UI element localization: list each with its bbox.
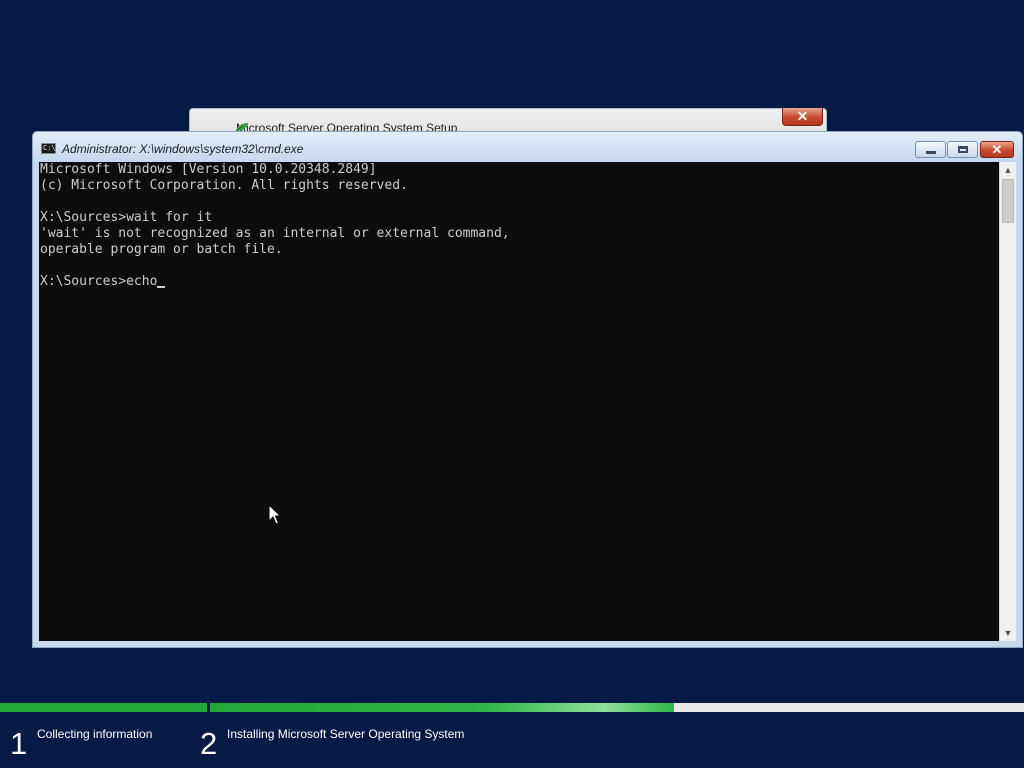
- console-line: (c) Microsoft Corporation. All rights re…: [40, 178, 408, 193]
- step-2-label: Installing Microsoft Server Operating Sy…: [227, 727, 465, 741]
- step-1-progress-bar: [0, 703, 207, 712]
- setup-close-button[interactable]: ✕: [782, 108, 823, 126]
- mouse-pointer-icon: [268, 504, 282, 525]
- step-1-number: 1: [10, 726, 28, 761]
- step-1-progress-fill: [0, 703, 207, 712]
- maximize-icon: [958, 146, 968, 153]
- console-line: 'wait' is not recognized as an internal …: [40, 226, 510, 241]
- cmd-titlebar[interactable]: C:\ Administrator: X:\windows\system32\c…: [33, 132, 1022, 162]
- console-lines: Microsoft Windows [Version 10.0.20348.28…: [40, 162, 510, 290]
- minimize-icon: [926, 151, 936, 154]
- console-line: X:\Sources>wait for it: [40, 210, 213, 225]
- minimize-button[interactable]: [915, 141, 946, 158]
- console-scrollbar[interactable]: ▲ ▼: [999, 162, 1016, 641]
- cmd-window-title: Administrator: X:\windows\system32\cmd.e…: [62, 142, 304, 156]
- close-button[interactable]: ✕: [980, 141, 1014, 158]
- console-line: operable program or batch file.: [40, 242, 283, 257]
- scrollbar-thumb[interactable]: [1002, 179, 1014, 223]
- cmd-window: C:\ Administrator: X:\windows\system32\c…: [32, 131, 1023, 648]
- console-prompt: X:\Sources>echo: [40, 274, 158, 289]
- step-2-progress-fill: [210, 703, 674, 712]
- scroll-up-arrow-icon[interactable]: ▲: [1000, 162, 1016, 178]
- scroll-down-arrow-icon[interactable]: ▼: [1000, 625, 1016, 641]
- step-2-progress-bar: [210, 703, 1024, 712]
- console-line: Microsoft Windows [Version 10.0.20348.28…: [40, 162, 377, 177]
- step-2-number: 2: [200, 726, 218, 761]
- cmd-app-icon: C:\: [41, 143, 56, 154]
- console-prompt-line[interactable]: X:\Sources>echo: [40, 274, 510, 290]
- maximize-button[interactable]: [947, 141, 978, 158]
- step-1-label: Collecting information: [37, 727, 153, 741]
- console-output[interactable]: Microsoft Windows [Version 10.0.20348.28…: [39, 162, 999, 641]
- text-cursor: [157, 286, 166, 288]
